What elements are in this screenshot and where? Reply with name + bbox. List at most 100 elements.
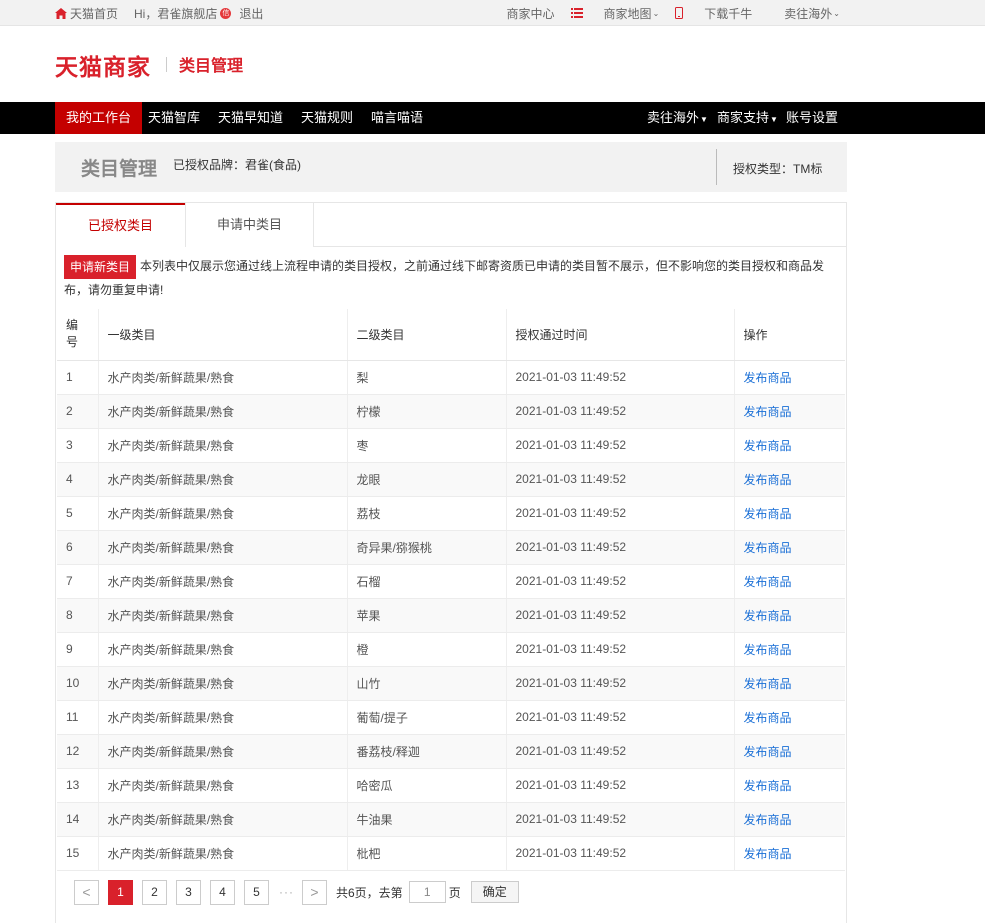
table-row: 4 水产肉类/新鲜蔬果/熟食 龙眼 2021-01-03 11:49:52 发布商品 xyxy=(57,462,845,497)
category-table: 编号 一级类目 二级类目 授权通过时间 操作 1 水产肉类/新鲜蔬果/熟食梨 202… xyxy=(57,309,845,871)
next-page-button[interactable]: > xyxy=(302,879,327,905)
cell-action: 发布商品 xyxy=(734,666,845,701)
cell-time: 2021-01-03 11:49:52 xyxy=(506,666,735,701)
home-link-label: 天猫首页 xyxy=(70,6,119,21)
page-5-button[interactable]: 5 xyxy=(244,879,269,905)
cell-level2: 枇杷 xyxy=(347,836,507,871)
publish-product-link[interactable]: 发布商品 xyxy=(744,439,792,453)
cell-level1: 水产肉类/新鲜蔬果/熟食 xyxy=(98,632,348,667)
cell-id: 11 xyxy=(57,700,99,735)
publish-product-link[interactable]: 发布商品 xyxy=(744,541,792,555)
cell-action: 发布商品 xyxy=(734,530,845,565)
table-row: 11 水产肉类/新鲜蔬果/熟食 葡萄/提子 2021-01-03 11:49:52 发布… xyxy=(57,700,845,735)
cell-level1: 水产肉类/新鲜蔬果/熟食 xyxy=(98,394,348,429)
home-link[interactable]: 天猫首页 xyxy=(55,5,118,22)
publish-product-link[interactable]: 发布商品 xyxy=(744,609,792,623)
cell-level1: 水产肉类/新鲜蔬果/熟食 xyxy=(98,462,348,497)
page-3-button[interactable]: 3 xyxy=(176,879,201,905)
publish-product-link[interactable]: 发布商品 xyxy=(744,405,792,419)
nav-item-think-tank[interactable]: 天猫智库 xyxy=(137,102,211,134)
cell-id: 12 xyxy=(57,734,99,769)
publish-product-link[interactable]: 发布商品 xyxy=(744,473,792,487)
cell-level2: 苹果 xyxy=(347,598,507,633)
sell-overseas-label: 卖往海外 xyxy=(784,6,833,21)
cell-level1: 水产肉类/新鲜蔬果/熟食 xyxy=(98,836,348,871)
authorized-brand: 已授权品牌：君雀(食品) xyxy=(173,158,301,172)
tmall-merchant-logo[interactable]: 天猫商家 xyxy=(55,48,151,82)
tab-authorized[interactable]: 已授权类目 xyxy=(56,203,185,248)
message-badge-icon[interactable]: 信 xyxy=(220,7,232,19)
cell-id: 9 xyxy=(57,632,99,667)
header-title: 类目管理 xyxy=(179,58,244,75)
tab-pending[interactable]: 申请中类目 xyxy=(185,203,314,247)
cell-time: 2021-01-03 11:49:52 xyxy=(506,768,735,803)
cell-id: 2 xyxy=(57,394,99,429)
publish-product-link[interactable]: 发布商品 xyxy=(744,813,792,827)
merchant-center-link[interactable]: 商家中心 xyxy=(491,5,555,22)
download-qianniu-link[interactable]: 下载千牛 xyxy=(675,5,752,22)
publish-product-link[interactable]: 发布商品 xyxy=(744,779,792,793)
title-bar: 类目管理 已授权品牌：君雀(食品) 授权类型：TM标 xyxy=(55,142,847,192)
page-4-button[interactable]: 4 xyxy=(210,879,235,905)
cell-time: 2021-01-03 11:49:52 xyxy=(506,496,735,531)
pagination: < 1 2 3 4 5 ··· > 共6页，去第 1 页 确定 xyxy=(74,879,519,905)
nav-item-rules[interactable]: 天猫规则 xyxy=(290,102,364,134)
cell-level2: 荔枝 xyxy=(347,496,507,531)
cell-level1: 水产肉类/新鲜蔬果/熟食 xyxy=(98,768,348,803)
publish-product-link[interactable]: 发布商品 xyxy=(744,711,792,725)
logout-link[interactable]: 退出 xyxy=(239,5,263,22)
page-2-button[interactable]: 2 xyxy=(142,879,167,905)
publish-product-link[interactable]: 发布商品 xyxy=(744,677,792,691)
page-unit-label: 页 xyxy=(448,885,461,900)
title-divider xyxy=(716,149,717,185)
header: 天猫商家 类目管理 xyxy=(0,26,985,102)
cell-level1: 水产肉类/新鲜蔬果/熟食 xyxy=(98,666,348,701)
cell-id: 3 xyxy=(57,428,99,463)
apply-new-category-button[interactable]: 申请新类目 xyxy=(64,255,137,279)
table-row: 9 水产肉类/新鲜蔬果/熟食橙 2021-01-03 11:49:52 发布商品 xyxy=(57,632,845,667)
cell-level2: 枣 xyxy=(347,428,507,463)
cell-level1: 水产肉类/新鲜蔬果/熟食 xyxy=(98,802,348,837)
table-body: 1 水产肉类/新鲜蔬果/熟食梨 2021-01-03 11:49:52 发布商品 2 水产… xyxy=(57,360,845,871)
page-1-button[interactable]: 1 xyxy=(108,879,133,905)
page-jump-input[interactable]: 1 xyxy=(408,881,446,903)
page-jump-confirm-button[interactable]: 确定 xyxy=(470,881,519,903)
nav-item-meow[interactable]: 喵言喵语 xyxy=(360,102,434,134)
cell-action: 发布商品 xyxy=(734,700,845,735)
nav-item-early-know[interactable]: 天猫早知道 xyxy=(207,102,294,134)
top-bar: 天猫首页 Hi，君雀旗舰店 信 退出 商家中心 商家地图 ⌄ 下载千牛 卖往海外 ⌄ xyxy=(0,0,985,26)
cell-time: 2021-01-03 11:49:52 xyxy=(506,428,735,463)
prev-page-button[interactable]: < xyxy=(74,879,99,905)
notice: 申请新类目 本列表中仅展示您通过线上流程申请的类目授权，之前通过线下邮寄资质已申请… xyxy=(64,255,840,302)
publish-product-link[interactable]: 发布商品 xyxy=(744,847,792,861)
cell-level2: 柠檬 xyxy=(347,394,507,429)
merchant-map-menu[interactable]: 商家地图 ⌄ xyxy=(570,5,660,22)
table-header-row: 编号 一级类目 二级类目 授权通过时间 操作 xyxy=(57,309,845,361)
cell-level2: 梨 xyxy=(347,360,507,395)
publish-product-link[interactable]: 发布商品 xyxy=(744,575,792,589)
cell-id: 6 xyxy=(57,530,99,565)
nav-merchant-support-label: 商家支持 xyxy=(717,110,770,125)
cell-level1: 水产肉类/新鲜蔬果/熟食 xyxy=(98,428,348,463)
cell-action: 发布商品 xyxy=(734,462,845,497)
phone-icon xyxy=(675,7,684,19)
cell-action: 发布商品 xyxy=(734,836,845,871)
publish-product-link[interactable]: 发布商品 xyxy=(744,643,792,657)
merchant-map-label: 商家地图 xyxy=(603,6,652,21)
merchant-center-label: 商家中心 xyxy=(506,6,555,21)
nav-item-account-settings[interactable]: 账号设置 xyxy=(775,102,849,134)
col-header-id: 编号 xyxy=(57,309,99,361)
publish-product-link[interactable]: 发布商品 xyxy=(744,371,792,385)
cell-id: 13 xyxy=(57,768,99,803)
chevron-down-icon: ⌄ xyxy=(652,8,660,18)
cell-level1: 水产肉类/新鲜蔬果/熟食 xyxy=(98,530,348,565)
cell-level2: 哈密瓜 xyxy=(347,768,507,803)
cell-action: 发布商品 xyxy=(734,564,845,599)
cell-time: 2021-01-03 11:49:52 xyxy=(506,836,735,871)
nav-item-workbench[interactable]: 我的工作台 xyxy=(55,102,143,134)
cell-time: 2021-01-03 11:49:52 xyxy=(506,394,735,429)
cell-level2: 奇异果/猕猴桃 xyxy=(347,530,507,565)
sell-overseas-menu[interactable]: 卖往海外 ⌄ xyxy=(768,5,840,22)
publish-product-link[interactable]: 发布商品 xyxy=(744,507,792,521)
publish-product-link[interactable]: 发布商品 xyxy=(744,745,792,759)
